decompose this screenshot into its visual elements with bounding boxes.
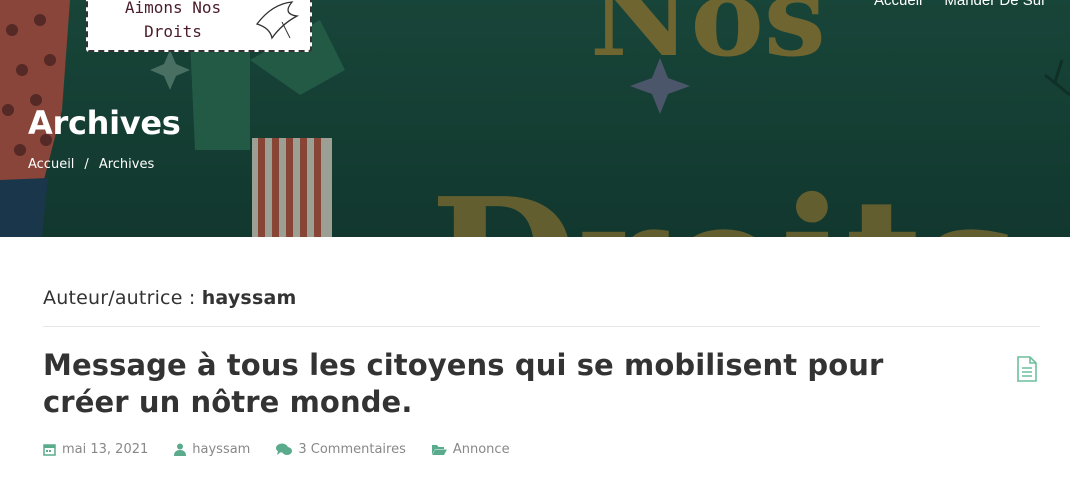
main-navigation: Accueil Mander De Sur (874, 0, 1046, 9)
post-date[interactable]: mai 13, 2021 (43, 442, 148, 457)
post-comments-text: 3 Commentaires (298, 442, 406, 457)
breadcrumb-current: Archives (98, 157, 155, 172)
post-date-text: mai 13, 2021 (62, 442, 149, 457)
archive-label: Auteur/autrice : (43, 287, 196, 309)
post-category[interactable]: Annonce (431, 442, 510, 457)
dove-icon (255, 1, 300, 40)
document-icon (1017, 356, 1037, 382)
archive-content: Auteur/autrice : hayssam Message à tous … (43, 237, 1040, 457)
page-title: Archives (28, 104, 181, 142)
user-icon (174, 443, 187, 456)
archive-heading: Auteur/autrice : hayssam (43, 287, 1040, 309)
nav-item-accueil[interactable]: Accueil (874, 0, 922, 9)
post-author[interactable]: hayssam (174, 442, 250, 457)
breadcrumb-separator: / (84, 157, 89, 172)
breadcrumb: Accueil / Archives (28, 157, 154, 172)
post-category-text: Annonce (452, 442, 510, 457)
page-header-banner: Nos Droits Aimons Nos Droits Accueil Man… (0, 0, 1070, 237)
post-comments[interactable]: 3 Commentaires (276, 442, 406, 457)
calendar-icon (43, 444, 56, 456)
site-logo[interactable]: Aimons Nos Droits (86, 0, 312, 52)
comments-icon (276, 443, 293, 455)
archive-author-name: hayssam (201, 287, 297, 309)
nav-item-mander[interactable]: Mander De Sur (944, 0, 1046, 9)
breadcrumb-home-link[interactable]: Accueil (28, 157, 74, 172)
logo-text: Aimons Nos Droits (124, 0, 222, 41)
folder-open-icon (431, 444, 447, 455)
post-title-link[interactable]: Message à tous les citoyens qui se mobil… (43, 347, 973, 421)
post-meta: mai 13, 2021 hayssam 3 Commentaires Anno… (43, 442, 1040, 457)
post-author-text: hayssam (192, 442, 251, 457)
post-entry: Message à tous les citoyens qui se mobil… (43, 347, 1040, 457)
divider (43, 326, 1040, 327)
